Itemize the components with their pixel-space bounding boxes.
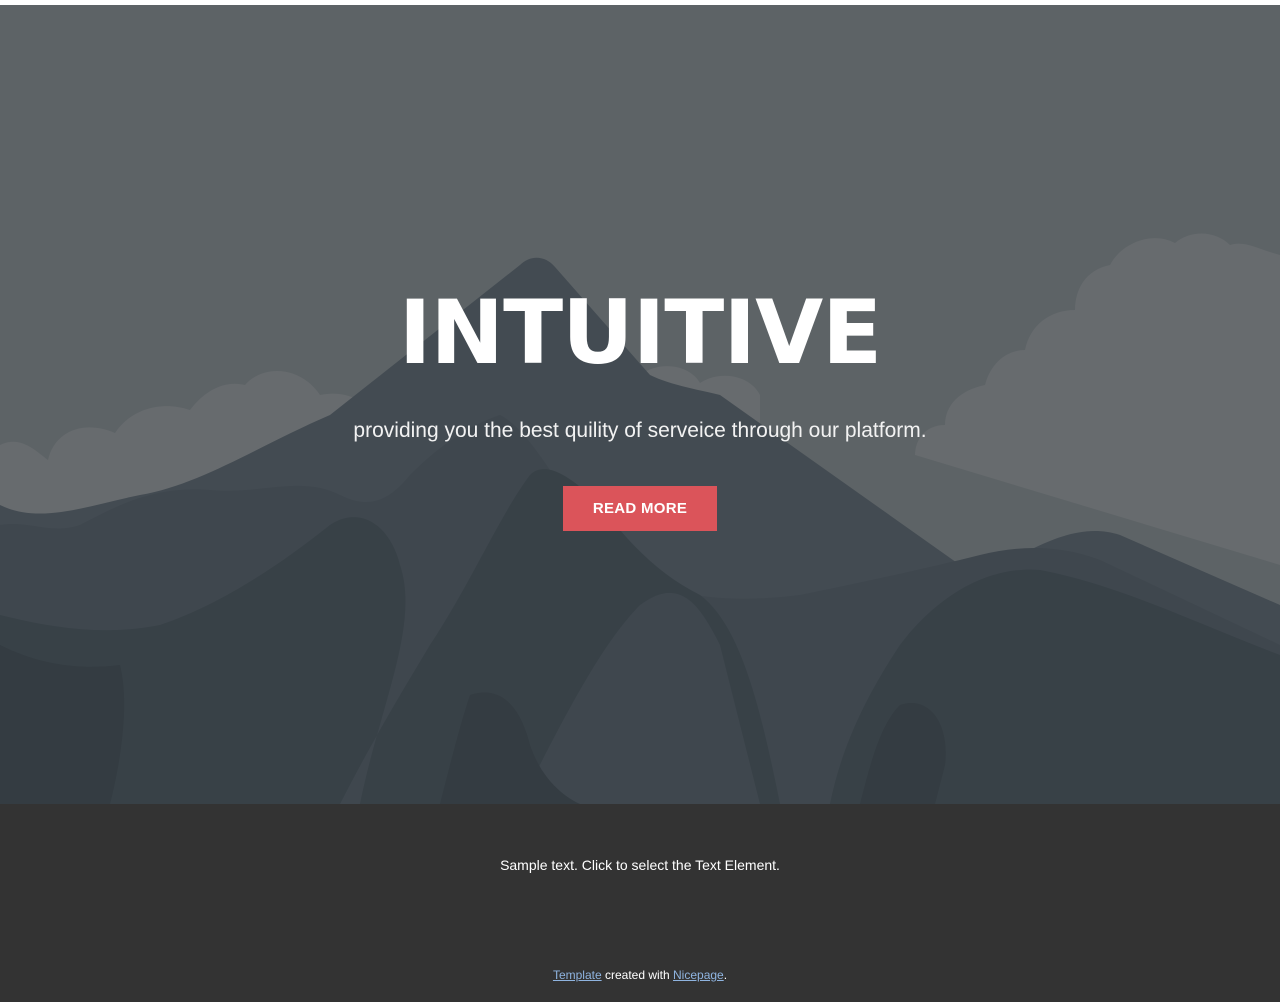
template-link[interactable]: Template bbox=[553, 968, 602, 982]
credit-end-text: . bbox=[723, 968, 728, 982]
footer-sample-text[interactable]: Sample text. Click to select the Text El… bbox=[0, 856, 1280, 874]
credit-middle-text: created with bbox=[601, 968, 674, 982]
hero-content: INTUITIVE providing you the best quility… bbox=[0, 5, 1280, 804]
hero-title: INTUITIVE bbox=[398, 281, 883, 384]
read-more-button[interactable]: READ MORE bbox=[563, 486, 717, 531]
footer-credit: Template created with Nicepage. bbox=[0, 966, 1280, 984]
footer-section: Sample text. Click to select the Text El… bbox=[0, 804, 1280, 1002]
hero-section: INTUITIVE providing you the best quility… bbox=[0, 5, 1280, 804]
hero-subtitle: providing you the best quility of servei… bbox=[353, 419, 927, 442]
nicepage-link[interactable]: Nicepage bbox=[673, 968, 724, 982]
